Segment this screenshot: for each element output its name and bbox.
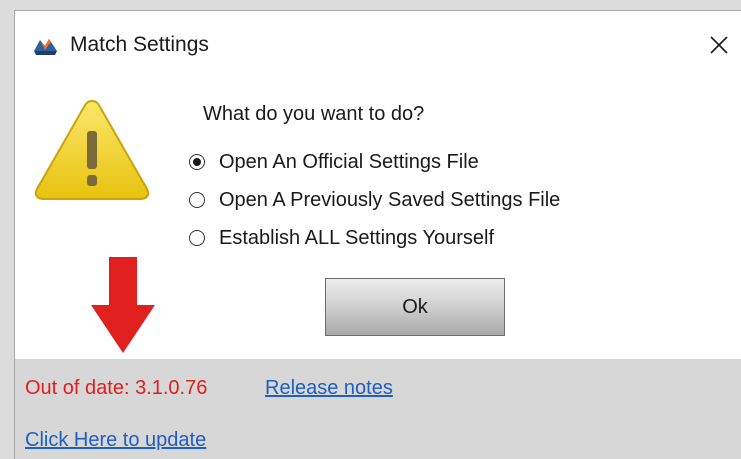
app-logo-icon [31, 33, 59, 57]
close-icon [710, 36, 728, 54]
radio-establish-all[interactable] [189, 230, 205, 246]
option-establish-all[interactable]: Establish ALL Settings Yourself [187, 219, 560, 257]
option-label: Open A Previously Saved Settings File [219, 188, 561, 211]
window-title: Match Settings [70, 33, 209, 56]
option-open-official[interactable]: Open An Official Settings File [187, 143, 560, 181]
title-bar: Match Settings [15, 11, 741, 81]
update-link[interactable]: Click Here to update [25, 429, 206, 452]
red-down-arrow-icon [91, 257, 155, 355]
option-label: Open An Official Settings File [219, 150, 479, 173]
radio-open-saved[interactable] [189, 192, 205, 208]
release-notes-link[interactable]: Release notes [265, 377, 393, 400]
close-button[interactable] [701, 27, 737, 63]
warning-icon [33, 97, 151, 203]
footer-bar: Out of date: 3.1.0.76 Release notes Clic… [15, 359, 741, 459]
radio-open-official[interactable] [189, 154, 205, 170]
option-label: Establish ALL Settings Yourself [219, 226, 494, 249]
version-status: Out of date: 3.1.0.76 [25, 377, 208, 399]
settings-options-group: Open An Official Settings File Open A Pr… [187, 143, 560, 257]
match-settings-window: Match Settings What do you want to do? O… [14, 10, 741, 459]
ok-button[interactable]: Ok [325, 278, 505, 336]
dialog-question: What do you want to do? [203, 103, 425, 125]
option-open-saved[interactable]: Open A Previously Saved Settings File [187, 181, 560, 219]
